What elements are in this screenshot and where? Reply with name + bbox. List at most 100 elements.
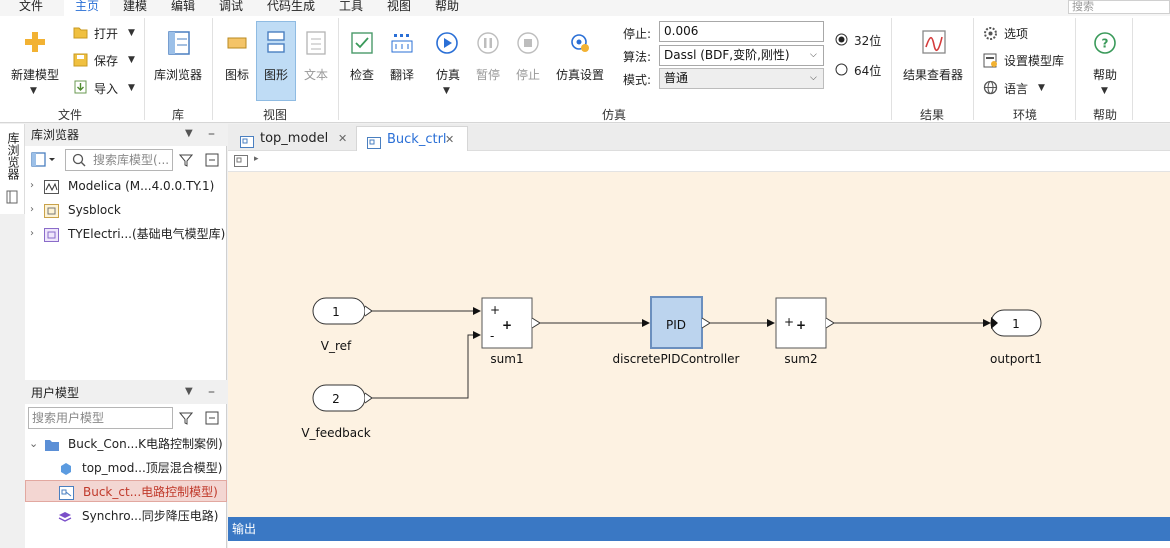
new-model-button[interactable]: 新建模型: [6, 66, 64, 83]
tree-item-tyelectrical[interactable]: › TYElectri...(基础电气模型库): [25, 223, 227, 245]
menu-edit[interactable]: 编辑: [171, 0, 195, 16]
open-button[interactable]: 打开: [94, 25, 118, 42]
language-dropdown-icon[interactable]: ▼: [1038, 83, 1045, 93]
menu-codegen[interactable]: 代码生成: [267, 0, 315, 16]
collapse-all-icon[interactable]: [205, 153, 219, 170]
app-window: 文件 主页 建模 编辑 调试 代码生成 工具 视图 帮助 搜索 新建模型 ▼ 打…: [0, 0, 1170, 548]
tab-top-model[interactable]: top_model ✕: [236, 126, 352, 151]
radio-64bit-icon[interactable]: [835, 63, 848, 79]
mode-select[interactable]: 普通: [659, 68, 824, 89]
sim-settings-icon: [569, 32, 591, 57]
radio-64bit-label[interactable]: 64位: [854, 62, 881, 79]
open-dropdown-icon[interactable]: ▼: [128, 28, 135, 38]
import-button[interactable]: 导入: [94, 80, 118, 97]
tree-item-synchro[interactable]: Synchro...同步降压电路): [25, 505, 227, 527]
language-button[interactable]: 语言: [1004, 80, 1028, 97]
import-dropdown-icon[interactable]: ▼: [128, 83, 135, 93]
library-view-icon[interactable]: [31, 152, 57, 171]
collapse-all-icon[interactable]: [205, 411, 219, 428]
simulate-dropdown-icon[interactable]: ▼: [443, 86, 450, 96]
sum2-block[interactable]: + + sum2: [775, 297, 835, 366]
inport-vfeedback-block[interactable]: 2 V_feedback: [301, 384, 373, 440]
global-search-input[interactable]: 搜索: [1068, 0, 1170, 14]
outport1-label: outport1: [990, 352, 1042, 366]
menu-home[interactable]: 主页: [64, 0, 110, 16]
check-button[interactable]: 检查: [344, 66, 380, 83]
user-model-search-input[interactable]: 搜索用户模型: [28, 407, 173, 429]
panel-menu-icon[interactable]: ▼: [185, 386, 193, 397]
options-button[interactable]: 选项: [1004, 25, 1028, 42]
expand-chevron-icon[interactable]: ›: [30, 199, 34, 221]
panel-minimize-icon[interactable]: –: [208, 384, 215, 400]
output-panel-header[interactable]: 输出: [228, 517, 1170, 541]
wire-vfeedback-sum1[interactable]: [372, 331, 481, 399]
pid-controller-block[interactable]: PID discretePIDController: [613, 296, 740, 366]
new-model-icon: [24, 30, 46, 57]
side-tab-icon: [6, 190, 18, 207]
tab-buck-ctrl[interactable]: Buck_ctrl ✕: [356, 126, 468, 151]
breadcrumb-chevron-icon[interactable]: ▸: [254, 154, 259, 164]
package-folder-icon: [44, 437, 59, 451]
panel-minimize-icon[interactable]: –: [208, 126, 215, 142]
inport-vref-block[interactable]: 1 V_ref: [312, 297, 373, 353]
stop-button[interactable]: 停止: [510, 66, 546, 83]
diagram-view-button[interactable]: 图形: [256, 66, 296, 83]
sum1-block[interactable]: + - + sum1: [481, 297, 541, 366]
radio-32bit-selected-icon[interactable]: [835, 33, 848, 49]
filter-icon[interactable]: [178, 411, 194, 428]
new-model-dropdown-icon[interactable]: ▼: [30, 86, 37, 96]
set-library-button[interactable]: 设置模型库: [1004, 52, 1064, 69]
icon-view-button[interactable]: 图标: [218, 66, 256, 83]
tree-item-modelica[interactable]: › Modelica (M...4.0.0.TY.1): [25, 175, 227, 197]
set-library-icon: [983, 53, 998, 71]
expand-chevron-icon[interactable]: ›: [30, 175, 34, 197]
pause-button[interactable]: 暂停: [470, 66, 506, 83]
diagram-canvas[interactable]: 1 V_ref 2 V_feedback + - + sum1 PID disc…: [228, 172, 1170, 517]
library-browser-side-tab[interactable]: 库浏览器: [0, 124, 25, 214]
translate-button[interactable]: 翻译: [384, 66, 420, 83]
help-dropdown-icon[interactable]: ▼: [1101, 86, 1108, 96]
menu-help[interactable]: 帮助: [435, 0, 459, 16]
save-button[interactable]: 保存: [94, 52, 118, 69]
library-browser-button[interactable]: 库浏览器: [150, 66, 206, 83]
menu-tools[interactable]: 工具: [339, 0, 363, 16]
tree-item-sysblock[interactable]: › Sysblock: [25, 199, 227, 221]
outport1-number: 1: [1012, 317, 1020, 331]
help-button[interactable]: 帮助: [1086, 66, 1124, 83]
sysblock-library-icon: [44, 203, 59, 218]
close-icon[interactable]: ✕: [445, 127, 454, 152]
breadcrumb-model-icon[interactable]: [234, 155, 248, 170]
user-model-search-placeholder: 搜索用户模型: [32, 411, 105, 425]
sim-settings-button[interactable]: 仿真设置: [552, 66, 608, 83]
menu-file[interactable]: 文件: [19, 0, 43, 16]
ribbon-separator: [973, 18, 974, 120]
radio-32bit-label[interactable]: 32位: [854, 32, 881, 49]
tree-item-buck-ctrl[interactable]: Buck_ct...电路控制模型): [25, 480, 227, 502]
library-search-input[interactable]: 搜索库模型(...: [65, 149, 173, 171]
panel-menu-icon[interactable]: ▼: [185, 128, 193, 139]
menu-view[interactable]: 视图: [387, 0, 411, 16]
sum1-label: sum1: [490, 352, 523, 366]
tree-item-label: top_mod...顶层混合模型): [82, 461, 223, 475]
expand-chevron-icon[interactable]: ›: [30, 223, 34, 245]
block-diagram: 1 V_ref 2 V_feedback + - + sum1 PID disc…: [301, 296, 1042, 440]
collapse-chevron-icon[interactable]: ⌄: [29, 433, 38, 455]
save-dropdown-icon[interactable]: ▼: [128, 55, 135, 65]
algorithm-dropdown-icon[interactable]: ⌵: [810, 50, 817, 60]
simulate-play-icon: [436, 32, 458, 57]
filter-icon[interactable]: [178, 153, 194, 170]
tree-item-top-model[interactable]: top_mod...顶层混合模型): [25, 457, 227, 479]
algorithm-select[interactable]: Dassl (BDF,变阶,刚性): [659, 45, 824, 66]
tree-item-buck-package[interactable]: ⌄ Buck_Con...K电路控制案例): [25, 433, 227, 455]
outport1-block[interactable]: 1 outport1: [990, 309, 1042, 366]
result-viewer-button[interactable]: 结果查看器: [898, 66, 968, 83]
stop-time-input[interactable]: 0.006: [659, 21, 824, 42]
text-view-button[interactable]: 文本: [298, 66, 334, 83]
output-panel-body: [228, 541, 1170, 548]
close-icon[interactable]: ✕: [338, 126, 347, 151]
simulate-button[interactable]: 仿真: [430, 66, 466, 83]
menu-debug[interactable]: 调试: [219, 0, 243, 16]
options-gear-icon: [983, 26, 998, 44]
mode-dropdown-icon[interactable]: ⌵: [810, 73, 817, 83]
menu-modeling[interactable]: 建模: [123, 0, 147, 16]
